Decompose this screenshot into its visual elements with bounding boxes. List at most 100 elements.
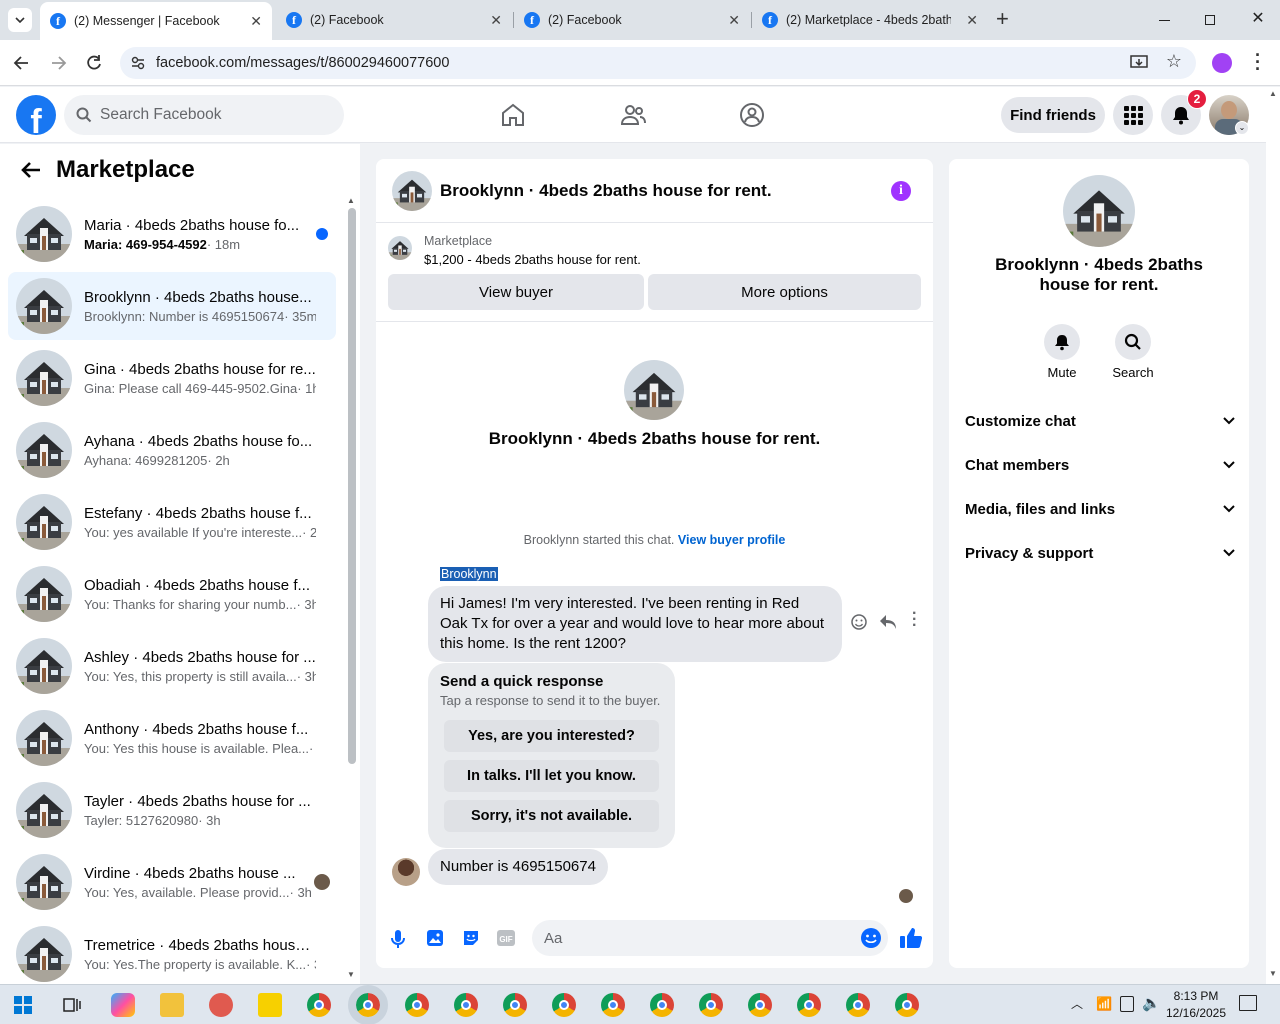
message-more-button[interactable]: · · · — [912, 606, 917, 634]
find-friends-button[interactable]: Find friends — [1001, 97, 1105, 133]
listing-price[interactable]: $1,200 - 4beds 2baths house for rent. — [424, 252, 641, 267]
close-tab-icon[interactable]: ✕ — [250, 13, 262, 30]
chat-members-section[interactable]: Chat members — [965, 445, 1235, 485]
site-settings-icon[interactable] — [130, 55, 146, 71]
message-bubble[interactable]: Hi James! I'm very interested. I've been… — [428, 586, 842, 662]
chrome-taskbar-icon[interactable] — [307, 993, 331, 1017]
home-nav-button[interactable] — [497, 99, 529, 131]
attach-photo-button[interactable] — [425, 928, 445, 951]
url-field[interactable]: facebook.com/messages/t/860029460077600 … — [120, 47, 1196, 79]
view-buyer-profile-link[interactable]: View buyer profile — [678, 533, 785, 547]
chrome-taskbar-icon[interactable] — [699, 993, 723, 1017]
chrome-taskbar-icon[interactable] — [748, 993, 772, 1017]
start-button[interactable] — [14, 996, 32, 1014]
more-options-button[interactable]: More options — [648, 274, 921, 310]
sticker-button[interactable] — [461, 928, 481, 951]
like-button[interactable] — [899, 926, 923, 953]
restore-window-button[interactable] — [1198, 8, 1222, 32]
search-facebook-input[interactable]: Search Facebook — [64, 95, 344, 135]
listing-thumbnail[interactable] — [388, 236, 412, 260]
close-window-button[interactable]: ✕ — [1246, 8, 1270, 32]
conversation-item[interactable]: Ayhana · 4beds 2baths house fo... Ayhana:… — [8, 416, 336, 484]
clock[interactable]: 8:13 PM 12/16/2025 — [1160, 988, 1232, 1022]
conversation-item[interactable]: Brooklynn · 4beds 2baths house... Brookly… — [8, 272, 336, 340]
page-scrollbar[interactable]: ▲ ▼ — [1266, 87, 1280, 984]
browser-menu-icon[interactable]: · · · — [1250, 46, 1266, 78]
chrome-taskbar-icon[interactable] — [797, 993, 821, 1017]
file-explorer-taskbar-icon[interactable] — [160, 993, 184, 1017]
voice-clip-button[interactable] — [390, 929, 406, 952]
quick-response-in-talks[interactable]: In talks. I'll let you know. — [444, 760, 659, 792]
profile-avatar-icon[interactable] — [1212, 53, 1232, 73]
app-taskbar-icon[interactable] — [209, 993, 233, 1017]
conversation-item[interactable]: Maria · 4beds 2baths house fo... Maria: 4… — [8, 200, 336, 268]
sender-avatar[interactable] — [392, 858, 420, 886]
task-view-button[interactable] — [62, 995, 82, 1015]
chrome-taskbar-icon[interactable] — [503, 993, 527, 1017]
conversation-item[interactable]: Gina · 4beds 2baths house for re... Gina:… — [8, 344, 336, 412]
meet-now-icon[interactable] — [1120, 996, 1134, 1012]
install-app-icon[interactable] — [1130, 54, 1148, 72]
chrome-taskbar-icon[interactable] — [601, 993, 625, 1017]
react-button[interactable] — [850, 613, 868, 634]
forward-button[interactable] — [48, 53, 68, 73]
notification-center-button[interactable] — [1239, 995, 1257, 1011]
browser-tab-facebook-2[interactable]: f (2) Facebook ✕ — [514, 0, 750, 40]
chat-header-avatar[interactable] — [392, 170, 432, 211]
tab-search-button[interactable] — [8, 8, 32, 32]
back-button[interactable] — [12, 53, 32, 73]
chrome-taskbar-icon[interactable] — [454, 993, 478, 1017]
chat-title[interactable]: Brooklynn · 4beds 2baths house for rent. — [440, 181, 772, 201]
chrome-taskbar-icon[interactable] — [348, 985, 388, 1024]
customize-chat-section[interactable]: Customize chat — [965, 401, 1235, 441]
browser-tab-facebook-1[interactable]: f (2) Facebook ✕ — [276, 0, 512, 40]
network-icon[interactable]: 📶 — [1096, 996, 1112, 1012]
minimize-window-button[interactable] — [1152, 8, 1176, 32]
chrome-taskbar-icon[interactable] — [405, 993, 429, 1017]
facebook-logo[interactable]: f — [16, 95, 56, 135]
chrome-taskbar-icon[interactable] — [846, 993, 870, 1017]
conversation-list-scrollbar[interactable] — [348, 208, 356, 764]
reload-button[interactable] — [84, 53, 104, 73]
conversation-item[interactable]: Estefany · 4beds 2baths house f... You: y… — [8, 488, 336, 556]
browser-tab-messenger[interactable]: f (2) Messenger | Facebook ✕ — [40, 2, 272, 40]
bookmark-star-icon[interactable]: ☆ — [1166, 51, 1182, 72]
copilot-taskbar-icon[interactable] — [111, 993, 135, 1017]
quick-response-not-available[interactable]: Sorry, it's not available. — [444, 800, 659, 832]
chrome-taskbar-icon[interactable] — [895, 993, 919, 1017]
conversation-item[interactable]: Ashley · 4beds 2baths house for ... You: … — [8, 632, 336, 700]
media-files-links-section[interactable]: Media, files and links — [965, 489, 1235, 529]
intro-avatar[interactable] — [624, 360, 684, 420]
browser-tab-marketplace[interactable]: f (2) Marketplace - 4beds 2baths ✕ — [752, 0, 988, 40]
info-avatar[interactable] — [1063, 175, 1135, 247]
privacy-support-section[interactable]: Privacy & support — [965, 533, 1235, 573]
close-tab-icon[interactable]: ✕ — [490, 12, 502, 29]
conversation-item[interactable]: Tremetrice · 4beds 2baths house... You: Y… — [8, 920, 336, 988]
search-in-conversation-button[interactable] — [1115, 324, 1151, 360]
scroll-up-arrow[interactable]: ▲ — [347, 196, 355, 205]
volume-icon[interactable]: 🔈 — [1142, 994, 1161, 1012]
mute-button[interactable] — [1044, 324, 1080, 360]
gif-button[interactable]: GIF — [496, 928, 516, 951]
close-tab-icon[interactable]: ✕ — [966, 12, 978, 29]
friends-nav-button[interactable] — [617, 99, 649, 131]
quick-response-interested[interactable]: Yes, are you interested? — [444, 720, 659, 752]
back-arrow-icon[interactable] — [20, 159, 42, 181]
groups-nav-button[interactable] — [736, 99, 768, 131]
reply-button[interactable] — [879, 614, 897, 633]
conversation-item[interactable]: Tayler · 4beds 2baths house for ... Tayle… — [8, 776, 336, 844]
message-input[interactable]: Aa — [532, 920, 888, 956]
conversation-item[interactable]: Virdine · 4beds 2baths house ... You: Yes… — [8, 848, 336, 916]
show-hidden-icons-button[interactable]: ︿ — [1071, 995, 1083, 1012]
chrome-taskbar-icon[interactable] — [552, 993, 576, 1017]
account-chevron-icon[interactable]: ⌄ — [1235, 121, 1249, 135]
conversation-item[interactable]: Anthony · 4beds 2baths house f... You: Ye… — [8, 704, 336, 772]
scroll-down-arrow[interactable]: ▼ — [347, 970, 355, 979]
conversation-info-button[interactable]: i — [891, 181, 911, 201]
message-bubble[interactable]: Number is 4695150674 — [428, 849, 608, 885]
new-tab-button[interactable]: + — [996, 8, 1016, 32]
menu-grid-button[interactable] — [1113, 95, 1153, 135]
chrome-taskbar-icon[interactable] — [650, 993, 674, 1017]
view-buyer-button[interactable]: View buyer — [388, 274, 644, 310]
emoji-icon[interactable] — [860, 927, 882, 949]
